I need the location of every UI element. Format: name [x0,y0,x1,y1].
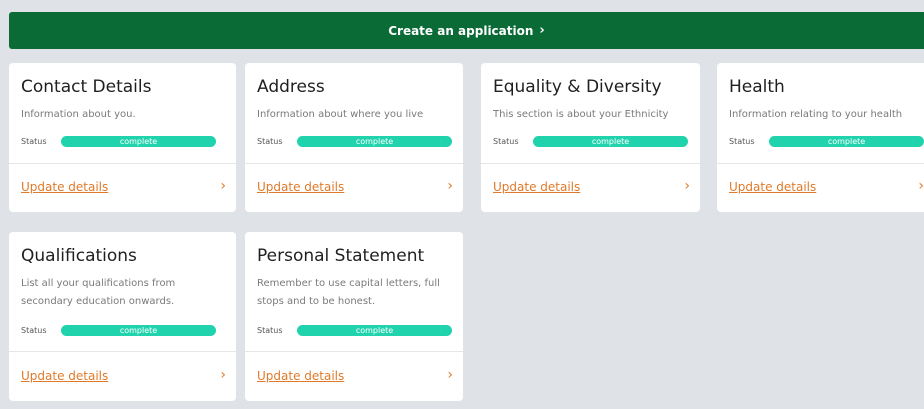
card-description: Information about where you live [257,109,424,120]
card-description: Remember to use capital letters, full st… [257,278,440,307]
create-application-button[interactable]: Create an application › [9,12,924,49]
card-title: Qualifications [21,246,137,266]
update-details-link[interactable]: Update details [21,369,108,383]
divider [717,163,924,164]
card-title: Contact Details [21,77,152,97]
card-title: Equality & Diversity [493,77,662,97]
divider [9,163,236,164]
chevron-right-icon[interactable]: › [684,178,690,194]
card-description: List all your qualifications from second… [21,278,176,307]
update-details-link[interactable]: Update details [729,180,816,194]
divider [481,163,700,164]
status-row: Status complete [21,325,216,336]
status-badge: complete [61,136,216,147]
chevron-right-icon: › [539,23,545,38]
status-badge: complete [533,136,688,147]
chevron-right-icon[interactable]: › [918,178,924,194]
status-label: Status [257,137,283,146]
status-row: Status complete [21,136,216,147]
status-row: Status complete [257,325,452,336]
card-address: Address Information about where you live… [245,63,463,212]
divider [9,351,236,352]
card-personal-statement: Personal Statement Remember to use capit… [245,232,463,401]
update-details-link[interactable]: Update details [257,369,344,383]
update-details-link[interactable]: Update details [21,180,108,194]
card-title: Health [729,77,785,97]
status-label: Status [493,137,519,146]
status-badge: complete [61,325,216,336]
status-label: Status [21,326,47,335]
chevron-right-icon[interactable]: › [220,178,226,194]
status-row: Status complete [257,136,452,147]
status-row: Status complete [729,136,924,147]
status-badge: complete [297,136,452,147]
chevron-right-icon[interactable]: › [447,367,453,383]
status-label: Status [729,137,755,146]
card-description: This section is about your Ethnicity [493,109,669,120]
card-description: Information about you. [21,109,136,120]
create-application-label: Create an application [388,23,534,38]
card-title: Address [257,77,325,97]
divider [245,163,463,164]
update-details-link[interactable]: Update details [257,180,344,194]
card-health: Health Information relating to your heal… [717,63,924,212]
chevron-right-icon[interactable]: › [447,178,453,194]
status-label: Status [21,137,47,146]
card-description: Information relating to your health [729,109,903,120]
status-row: Status complete [493,136,688,147]
chevron-right-icon[interactable]: › [220,367,226,383]
card-contact-details: Contact Details Information about you. S… [9,63,236,212]
card-equality-diversity: Equality & Diversity This section is abo… [481,63,700,212]
card-qualifications: Qualifications List all your qualificati… [9,232,236,401]
update-details-link[interactable]: Update details [493,180,580,194]
status-label: Status [257,326,283,335]
status-badge: complete [769,136,924,147]
divider [245,351,463,352]
card-title: Personal Statement [257,246,425,266]
status-badge: complete [297,325,452,336]
